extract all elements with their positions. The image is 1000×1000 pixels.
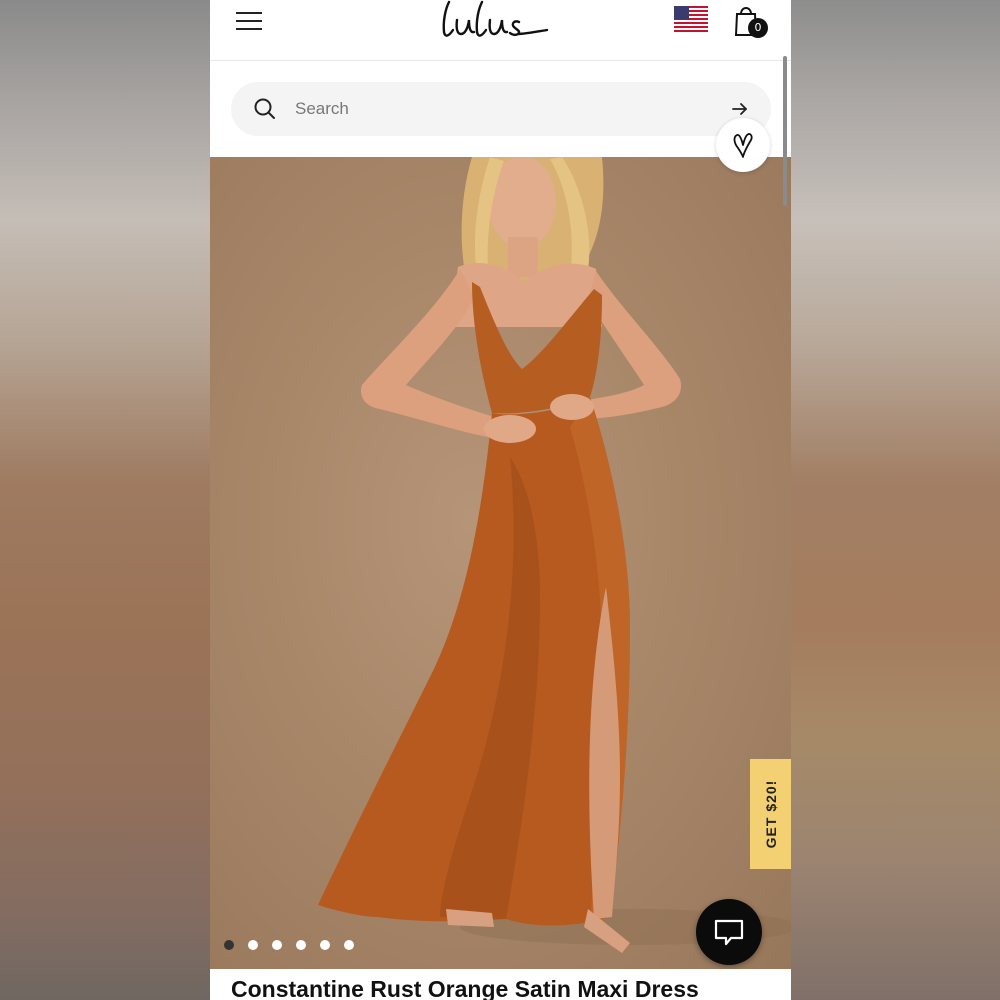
carousel-dot[interactable] [272, 940, 282, 950]
product-image[interactable]: GET $20! [210, 157, 791, 969]
hamburger-menu-icon[interactable] [236, 8, 264, 34]
scrollbar[interactable] [783, 56, 787, 206]
chat-button[interactable] [696, 899, 762, 965]
background-left [0, 0, 210, 1000]
model-figure [318, 157, 791, 953]
product-title: Constantine Rust Orange Satin Maxi Dress [231, 976, 699, 1000]
chat-bubble-icon [714, 919, 744, 946]
heart-icon [733, 133, 753, 158]
carousel-dot[interactable] [320, 940, 330, 950]
mobile-page: 0 Search GET $20! Constantine Rust Orang… [210, 0, 791, 1000]
background-right [791, 0, 1000, 1000]
carousel-dot[interactable] [224, 940, 234, 950]
carousel-dots [224, 940, 354, 952]
cart-count-badge: 0 [748, 18, 768, 38]
get-20-promo-tab[interactable]: GET $20! [750, 759, 791, 869]
top-navigation: 0 [210, 0, 791, 61]
search-bar[interactable] [231, 82, 771, 136]
search-section [210, 61, 791, 157]
carousel-dot[interactable] [344, 940, 354, 950]
carousel-dot[interactable] [296, 940, 306, 950]
carousel-dot[interactable] [248, 940, 258, 950]
search-icon [254, 98, 275, 119]
search-input[interactable] [295, 94, 695, 124]
arrow-right-icon[interactable] [731, 100, 749, 118]
promo-label: GET $20! [762, 779, 779, 849]
wishlist-button[interactable] [716, 118, 770, 172]
us-flag-icon[interactable] [674, 6, 708, 32]
lulus-logo[interactable] [435, 0, 565, 48]
